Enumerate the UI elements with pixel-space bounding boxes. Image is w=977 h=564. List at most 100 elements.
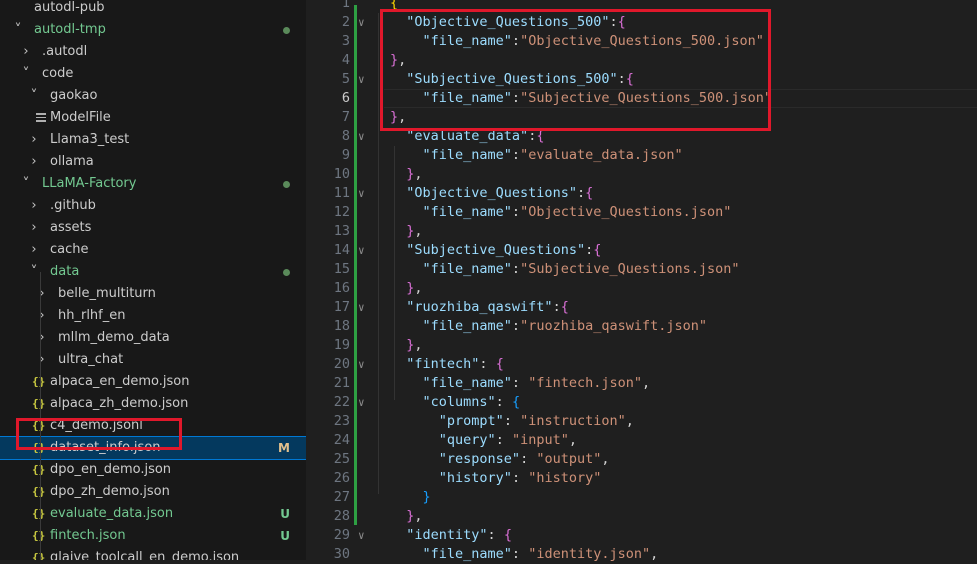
chevron-right-icon[interactable]: ›	[20, 41, 32, 63]
tree-item[interactable]: {} dpo_zh_demo.json	[0, 481, 306, 503]
tree-item-label: alpaca_zh_demo.json	[50, 396, 189, 411]
tree-item[interactable]: {} fintech.json U	[0, 525, 306, 547]
tree-item[interactable]: {} alpaca_zh_demo.json	[0, 393, 306, 415]
tree-item[interactable]: ˅ data	[0, 261, 306, 283]
fold-chevron-icon[interactable]: ∨	[358, 298, 365, 317]
chevron-right-icon[interactable]: ›	[28, 195, 40, 217]
code-line[interactable]: 12 "file_name":"Objective_Questions.json…	[306, 203, 977, 222]
tree-item-label: autodl-pub	[34, 0, 105, 15]
code-line[interactable]: 22 ∨ "columns": {	[306, 393, 977, 412]
fold-chevron-icon[interactable]: ∨	[358, 526, 365, 545]
code-line[interactable]: 24 "query": "input",	[306, 431, 977, 450]
code-line[interactable]: 21 "file_name": "fintech.json",	[306, 374, 977, 393]
chevron-right-icon[interactable]: ›	[28, 217, 40, 239]
fold-chevron-icon[interactable]: ∨	[358, 393, 365, 412]
chevron-right-icon[interactable]: ›	[36, 349, 48, 371]
git-status-badge: U	[280, 529, 290, 543]
line-number: 14	[333, 242, 350, 258]
tree-item[interactable]: {} evaluate_data.json U	[0, 503, 306, 525]
code-text: "file_name": "identity.json",	[422, 546, 659, 562]
fold-chevron-icon[interactable]: ∨	[358, 184, 365, 203]
code-text: "identity": {	[406, 527, 512, 543]
code-line[interactable]: 20 ∨ "fintech": {	[306, 355, 977, 374]
tree-item-label: hh_rlhf_en	[58, 308, 126, 323]
fold-chevron-icon[interactable]: ∨	[358, 241, 365, 260]
tree-item-label: evaluate_data.json	[50, 506, 174, 521]
tree-item-label: cache	[50, 242, 89, 257]
code-line[interactable]: 14 ∨ "Subjective_Questions":{	[306, 241, 977, 260]
tree-item[interactable]: › belle_multiturn	[0, 283, 306, 305]
code-line[interactable]: 9 "file_name":"evaluate_data.json"	[306, 146, 977, 165]
code-line[interactable]: 25 "response": "output",	[306, 450, 977, 469]
tree-item-label: fintech.json	[50, 528, 126, 543]
code-line[interactable]: 26 "history": "history"	[306, 469, 977, 488]
fold-chevron-icon[interactable]: ∨	[358, 70, 365, 89]
code-text: "file_name": "fintech.json",	[422, 375, 651, 391]
code-text: "file_name":"evaluate_data.json"	[422, 147, 683, 163]
code-line[interactable]: 10 },	[306, 165, 977, 184]
chevron-right-icon[interactable]: ›	[36, 305, 48, 327]
chevron-right-icon[interactable]: ›	[28, 239, 40, 261]
tree-item[interactable]: ˅ LLaMA-Factory	[0, 173, 306, 195]
tree-item[interactable]: › Llama3_test	[0, 129, 306, 151]
tree-item[interactable]: ModelFile	[0, 107, 306, 129]
tree-item-label: alpaca_en_demo.json	[50, 374, 190, 389]
code-line[interactable]: 15 "file_name":"Subjective_Questions.jso…	[306, 260, 977, 279]
tree-item-label: belle_multiturn	[58, 286, 156, 301]
code-line[interactable]: 28 },	[306, 507, 977, 526]
fold-chevron-icon[interactable]: ∨	[358, 13, 365, 32]
tree-item[interactable]: {} glaive_toolcall_en_demo.json	[0, 547, 306, 560]
tree-item[interactable]: › mllm_demo_data	[0, 327, 306, 349]
code-text: "file_name":"Objective_Questions.json"	[422, 204, 732, 220]
code-line[interactable]: 17 ∨ "ruozhiba_qaswift":{	[306, 298, 977, 317]
code-line[interactable]: 13 },	[306, 222, 977, 241]
chevron-down-icon[interactable]: ˅	[20, 173, 32, 195]
tree-item[interactable]: › cache	[0, 239, 306, 261]
tree-item[interactable]: ˅ gaokao	[0, 85, 306, 107]
fold-chevron-icon[interactable]: ∨	[358, 127, 365, 146]
code-line[interactable]: 29 ∨ "identity": {	[306, 526, 977, 545]
line-number: 15	[333, 261, 350, 277]
fold-chevron-icon[interactable]: ∨	[358, 355, 365, 374]
tree-item[interactable]: {} dpo_en_demo.json	[0, 459, 306, 481]
chevron-right-icon[interactable]: ›	[36, 327, 48, 349]
chevron-down-icon[interactable]: ˅	[12, 19, 24, 41]
git-status-badge: M	[278, 441, 290, 455]
code-line[interactable]: 18 "file_name":"ruozhiba_qaswift.json"	[306, 317, 977, 336]
tree-item[interactable]: › ollama	[0, 151, 306, 173]
code-text: "file_name":"ruozhiba_qaswift.json"	[422, 318, 707, 334]
line-number: 17	[333, 299, 350, 315]
chevron-right-icon[interactable]: ›	[28, 129, 40, 151]
code-line[interactable]: 19 },	[306, 336, 977, 355]
tree-item[interactable]: › assets	[0, 217, 306, 239]
chevron-down-icon[interactable]: ˅	[28, 85, 40, 107]
line-number: 29	[333, 527, 350, 543]
tree-item-label: glaive_toolcall_en_demo.json	[50, 550, 240, 560]
tree-item-label: LLaMA-Factory	[42, 176, 137, 191]
code-line[interactable]: 27 }	[306, 488, 977, 507]
tree-item[interactable]: autodl-pub	[0, 0, 306, 19]
code-line[interactable]: 23 "prompt": "instruction",	[306, 412, 977, 431]
tree-item[interactable]: › ultra_chat	[0, 349, 306, 371]
tree-item[interactable]: ˅ code	[0, 63, 306, 85]
tree-item-label: code	[42, 66, 74, 81]
line-number: 7	[341, 109, 350, 125]
chevron-down-icon[interactable]: ˅	[20, 63, 32, 85]
tree-item-label: ModelFile	[50, 110, 111, 125]
chevron-right-icon[interactable]: ›	[28, 151, 40, 173]
tree-item[interactable]: › .github	[0, 195, 306, 217]
code-line[interactable]: 30 "file_name": "identity.json",	[306, 545, 977, 564]
chevron-down-icon[interactable]: ˅	[28, 261, 40, 283]
tree-item[interactable]: › hh_rlhf_en	[0, 305, 306, 327]
tree-item[interactable]: {} alpaca_en_demo.json	[0, 371, 306, 393]
code-line[interactable]: 16 },	[306, 279, 977, 298]
line-number: 30	[333, 546, 350, 562]
tree-item[interactable]: ˅ autodl-tmp	[0, 19, 306, 41]
chevron-right-icon[interactable]: ›	[36, 283, 48, 305]
tree-item[interactable]: › .autodl	[0, 41, 306, 63]
line-number: 27	[333, 489, 350, 505]
line-number: 5	[341, 71, 350, 87]
line-number: 12	[333, 204, 350, 220]
code-text: "history": "history"	[438, 470, 602, 486]
code-line[interactable]: 11 ∨ "Objective_Questions":{	[306, 184, 977, 203]
